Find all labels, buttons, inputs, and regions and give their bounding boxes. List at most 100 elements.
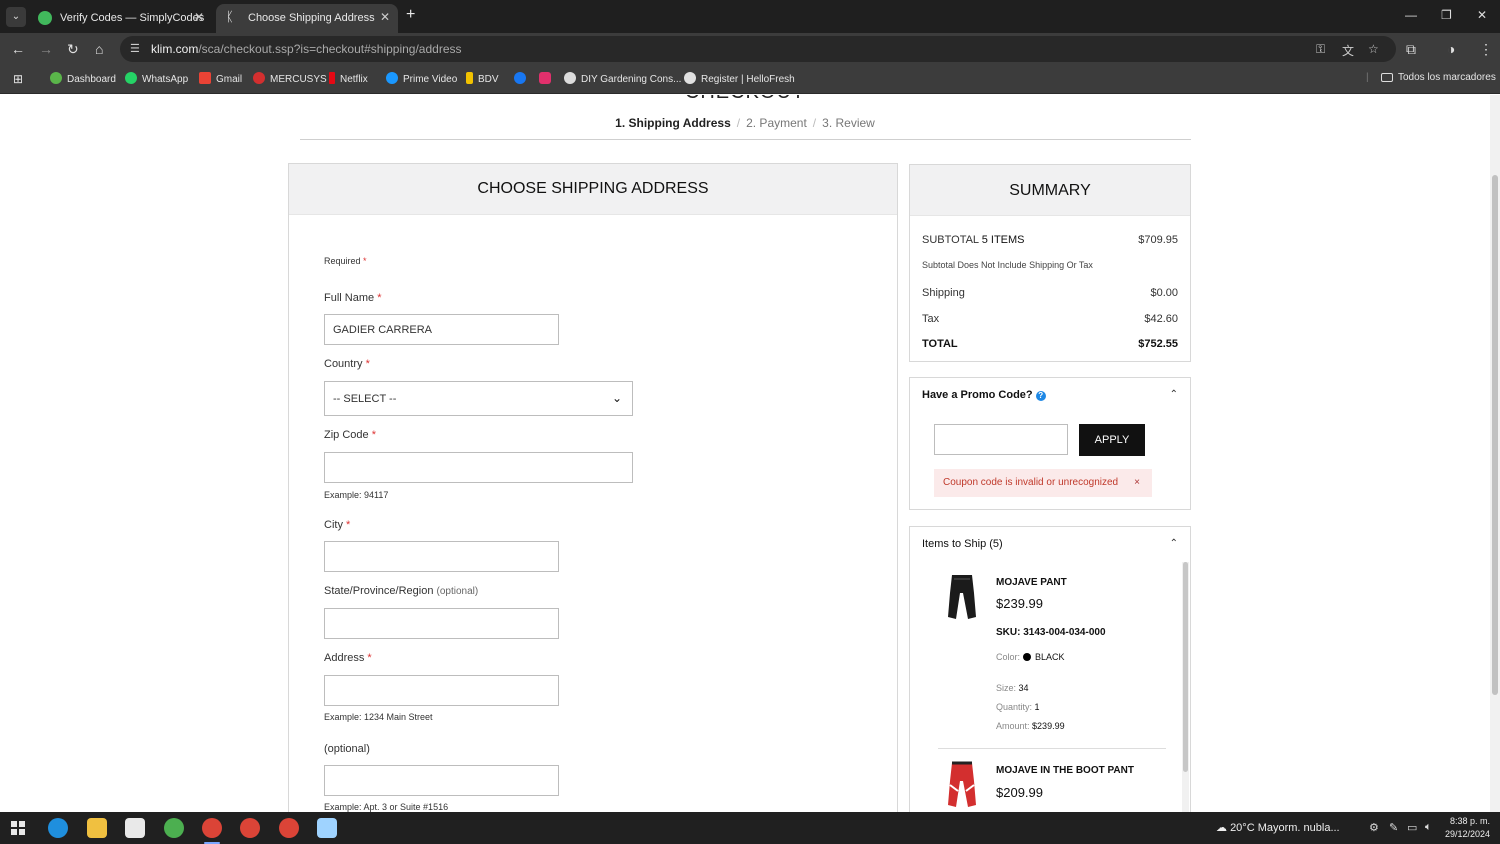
address-bar[interactable]: ☰ klim.com/sca/checkout.ssp?is=checkout#… bbox=[120, 36, 1396, 62]
weather-widget[interactable]: ☁ 20°C Mayorm. nubla... bbox=[1216, 821, 1340, 834]
help-icon[interactable]: ? bbox=[1035, 391, 1046, 401]
step-payment[interactable]: 2. Payment bbox=[746, 116, 807, 130]
shipping-address-panel: CHOOSE SHIPPING ADDRESS Required * Full … bbox=[288, 163, 898, 812]
home-icon[interactable]: ⌂ bbox=[95, 41, 103, 57]
mercusys-icon bbox=[253, 72, 265, 84]
gmail-icon bbox=[199, 72, 211, 84]
required-note: Required * bbox=[324, 256, 367, 266]
app-icon[interactable] bbox=[317, 818, 337, 838]
reload-icon[interactable]: ↻ bbox=[67, 41, 79, 58]
close-window-icon[interactable]: ✕ bbox=[1477, 8, 1487, 22]
item-name[interactable]: MOJAVE IN THE BOOT PANT bbox=[996, 765, 1134, 776]
bookmark-netflix[interactable]: Netflix bbox=[329, 72, 368, 85]
tray-icon[interactable]: ⚙ bbox=[1369, 821, 1379, 834]
promo-toggle[interactable]: Have a Promo Code?? bbox=[922, 389, 1046, 401]
clock[interactable]: 8:38 p. m. 29/12/2024 bbox=[1445, 815, 1490, 841]
country-select[interactable]: -- SELECT -- ⌄ bbox=[324, 381, 633, 416]
chrome-icon[interactable] bbox=[202, 818, 222, 838]
microsoft-store-icon[interactable] bbox=[125, 818, 145, 838]
total-value: $752.55 bbox=[1138, 338, 1178, 350]
chrome-icon[interactable] bbox=[240, 818, 260, 838]
chrome-icon[interactable] bbox=[279, 818, 299, 838]
bookmark-prime-video[interactable]: Prime Video bbox=[386, 72, 457, 85]
subtotal-items: 5 ITEMS bbox=[981, 234, 1025, 246]
all-bookmarks-folder[interactable]: Todos los marcadores bbox=[1381, 72, 1496, 83]
chrome-profile-icon[interactable] bbox=[164, 818, 184, 838]
address2-input[interactable] bbox=[324, 765, 559, 796]
extensions-icon[interactable]: ⧉ bbox=[1406, 41, 1416, 58]
close-icon[interactable]: × bbox=[1134, 477, 1140, 488]
tab-simplycodes[interactable]: Verify Codes — SimplyCodes ✕ bbox=[28, 4, 212, 33]
simplycodes-icon bbox=[38, 11, 52, 25]
bdv-icon bbox=[466, 72, 473, 84]
instagram-icon bbox=[539, 72, 551, 84]
bookmark-gmail[interactable]: Gmail bbox=[199, 72, 242, 85]
restore-icon[interactable]: ❐ bbox=[1441, 8, 1452, 22]
city-label: City * bbox=[324, 519, 351, 531]
bookmark-instagram[interactable] bbox=[539, 72, 556, 85]
windows-taskbar: ☁ 20°C Mayorm. nubla... ⚙ ✎ ▭ 🔈︎ 8:38 p.… bbox=[0, 812, 1500, 844]
page-scrollbar[interactable] bbox=[1490, 95, 1500, 812]
apply-button[interactable]: APPLY bbox=[1079, 424, 1145, 456]
city-input[interactable] bbox=[324, 541, 559, 572]
bookmark-dashboard[interactable]: Dashboard bbox=[50, 72, 116, 85]
close-icon[interactable]: ✕ bbox=[380, 10, 390, 24]
password-key-icon[interactable]: ⚿ bbox=[1316, 42, 1325, 57]
edge-icon[interactable] bbox=[48, 818, 68, 838]
step-review[interactable]: 3. Review bbox=[822, 116, 875, 130]
network-icon[interactable]: ▭ bbox=[1407, 821, 1417, 834]
full-name-input[interactable]: GADIER CARRERA bbox=[324, 314, 559, 345]
file-explorer-icon[interactable] bbox=[87, 818, 107, 838]
shipping-value: $0.00 bbox=[1150, 287, 1178, 299]
tab-choose-shipping[interactable]: ᛕ Choose Shipping Address ✕ bbox=[216, 4, 398, 33]
address-input[interactable] bbox=[324, 675, 559, 706]
bookmark-facebook[interactable] bbox=[514, 72, 531, 85]
translate-icon[interactable]: 文 bbox=[1342, 42, 1354, 59]
new-tab-icon[interactable]: + bbox=[406, 6, 415, 24]
bookmark-diy-gardening[interactable]: DIY Gardening Cons... bbox=[564, 72, 681, 85]
tab-title: Choose Shipping Address bbox=[248, 12, 375, 24]
zip-input[interactable] bbox=[324, 452, 633, 483]
tax-label: Tax bbox=[922, 313, 940, 325]
items-scrollbar[interactable] bbox=[1182, 562, 1189, 812]
windows-start-icon[interactable] bbox=[11, 821, 25, 835]
facebook-icon bbox=[514, 72, 526, 84]
menu-icon[interactable]: ⋮ bbox=[1479, 41, 1493, 58]
country-select-value: -- SELECT -- bbox=[333, 393, 397, 405]
whatsapp-icon bbox=[125, 72, 137, 84]
minimize-icon[interactable]: — bbox=[1405, 8, 1417, 22]
netflix-icon bbox=[329, 72, 335, 84]
bookmark-star-icon[interactable]: ☆ bbox=[1368, 42, 1379, 56]
step-shipping[interactable]: 1. Shipping Address bbox=[615, 116, 731, 130]
item-name[interactable]: MOJAVE PANT bbox=[996, 577, 1067, 588]
address-label: Address * bbox=[324, 652, 372, 664]
item-color: Color: BLACK bbox=[996, 652, 1065, 662]
order-summary-panel: SUMMARY SUBTOTAL 5 ITEMS $709.95 Subtota… bbox=[909, 164, 1191, 362]
coupon-error-text: Coupon code is invalid or unrecognized bbox=[943, 477, 1119, 488]
item-divider bbox=[938, 748, 1166, 749]
bookmark-bdv[interactable]: BDV bbox=[466, 72, 499, 85]
bookmark-mercusys[interactable]: MERCUSYS bbox=[253, 72, 327, 85]
chevron-up-icon[interactable]: ⌃ bbox=[1170, 538, 1178, 549]
tab-search-button[interactable]: ⌄ bbox=[6, 7, 26, 27]
forward-icon[interactable]: → bbox=[39, 41, 53, 57]
site-info-icon[interactable]: ☰ bbox=[130, 42, 140, 55]
address-hint: Example: 1234 Main Street bbox=[324, 712, 433, 722]
zip-label: Zip Code * bbox=[324, 429, 376, 441]
promo-code-input[interactable] bbox=[934, 424, 1068, 455]
close-icon[interactable]: ✕ bbox=[194, 10, 204, 24]
back-icon[interactable]: ← bbox=[11, 41, 25, 57]
items-title[interactable]: Items to Ship (5) bbox=[922, 538, 1003, 550]
total-label: TOTAL bbox=[922, 338, 958, 350]
bookmark-whatsapp[interactable]: WhatsApp bbox=[125, 72, 188, 85]
chevron-up-icon[interactable]: ⌃ bbox=[1170, 389, 1178, 400]
weather-cloud-icon: ☁ bbox=[1216, 822, 1227, 834]
volume-icon[interactable]: 🔈︎ bbox=[1425, 821, 1432, 834]
profile-avatar-icon[interactable]: ◑ bbox=[1447, 41, 1455, 57]
pen-icon[interactable]: ✎ bbox=[1389, 821, 1398, 834]
bookmark-hellofresh[interactable]: Register | HelloFresh bbox=[684, 72, 795, 85]
globe-icon bbox=[564, 72, 576, 84]
state-input[interactable] bbox=[324, 608, 559, 639]
apps-grid-icon[interactable]: ⊞ bbox=[13, 72, 23, 86]
country-label: Country * bbox=[324, 358, 370, 370]
